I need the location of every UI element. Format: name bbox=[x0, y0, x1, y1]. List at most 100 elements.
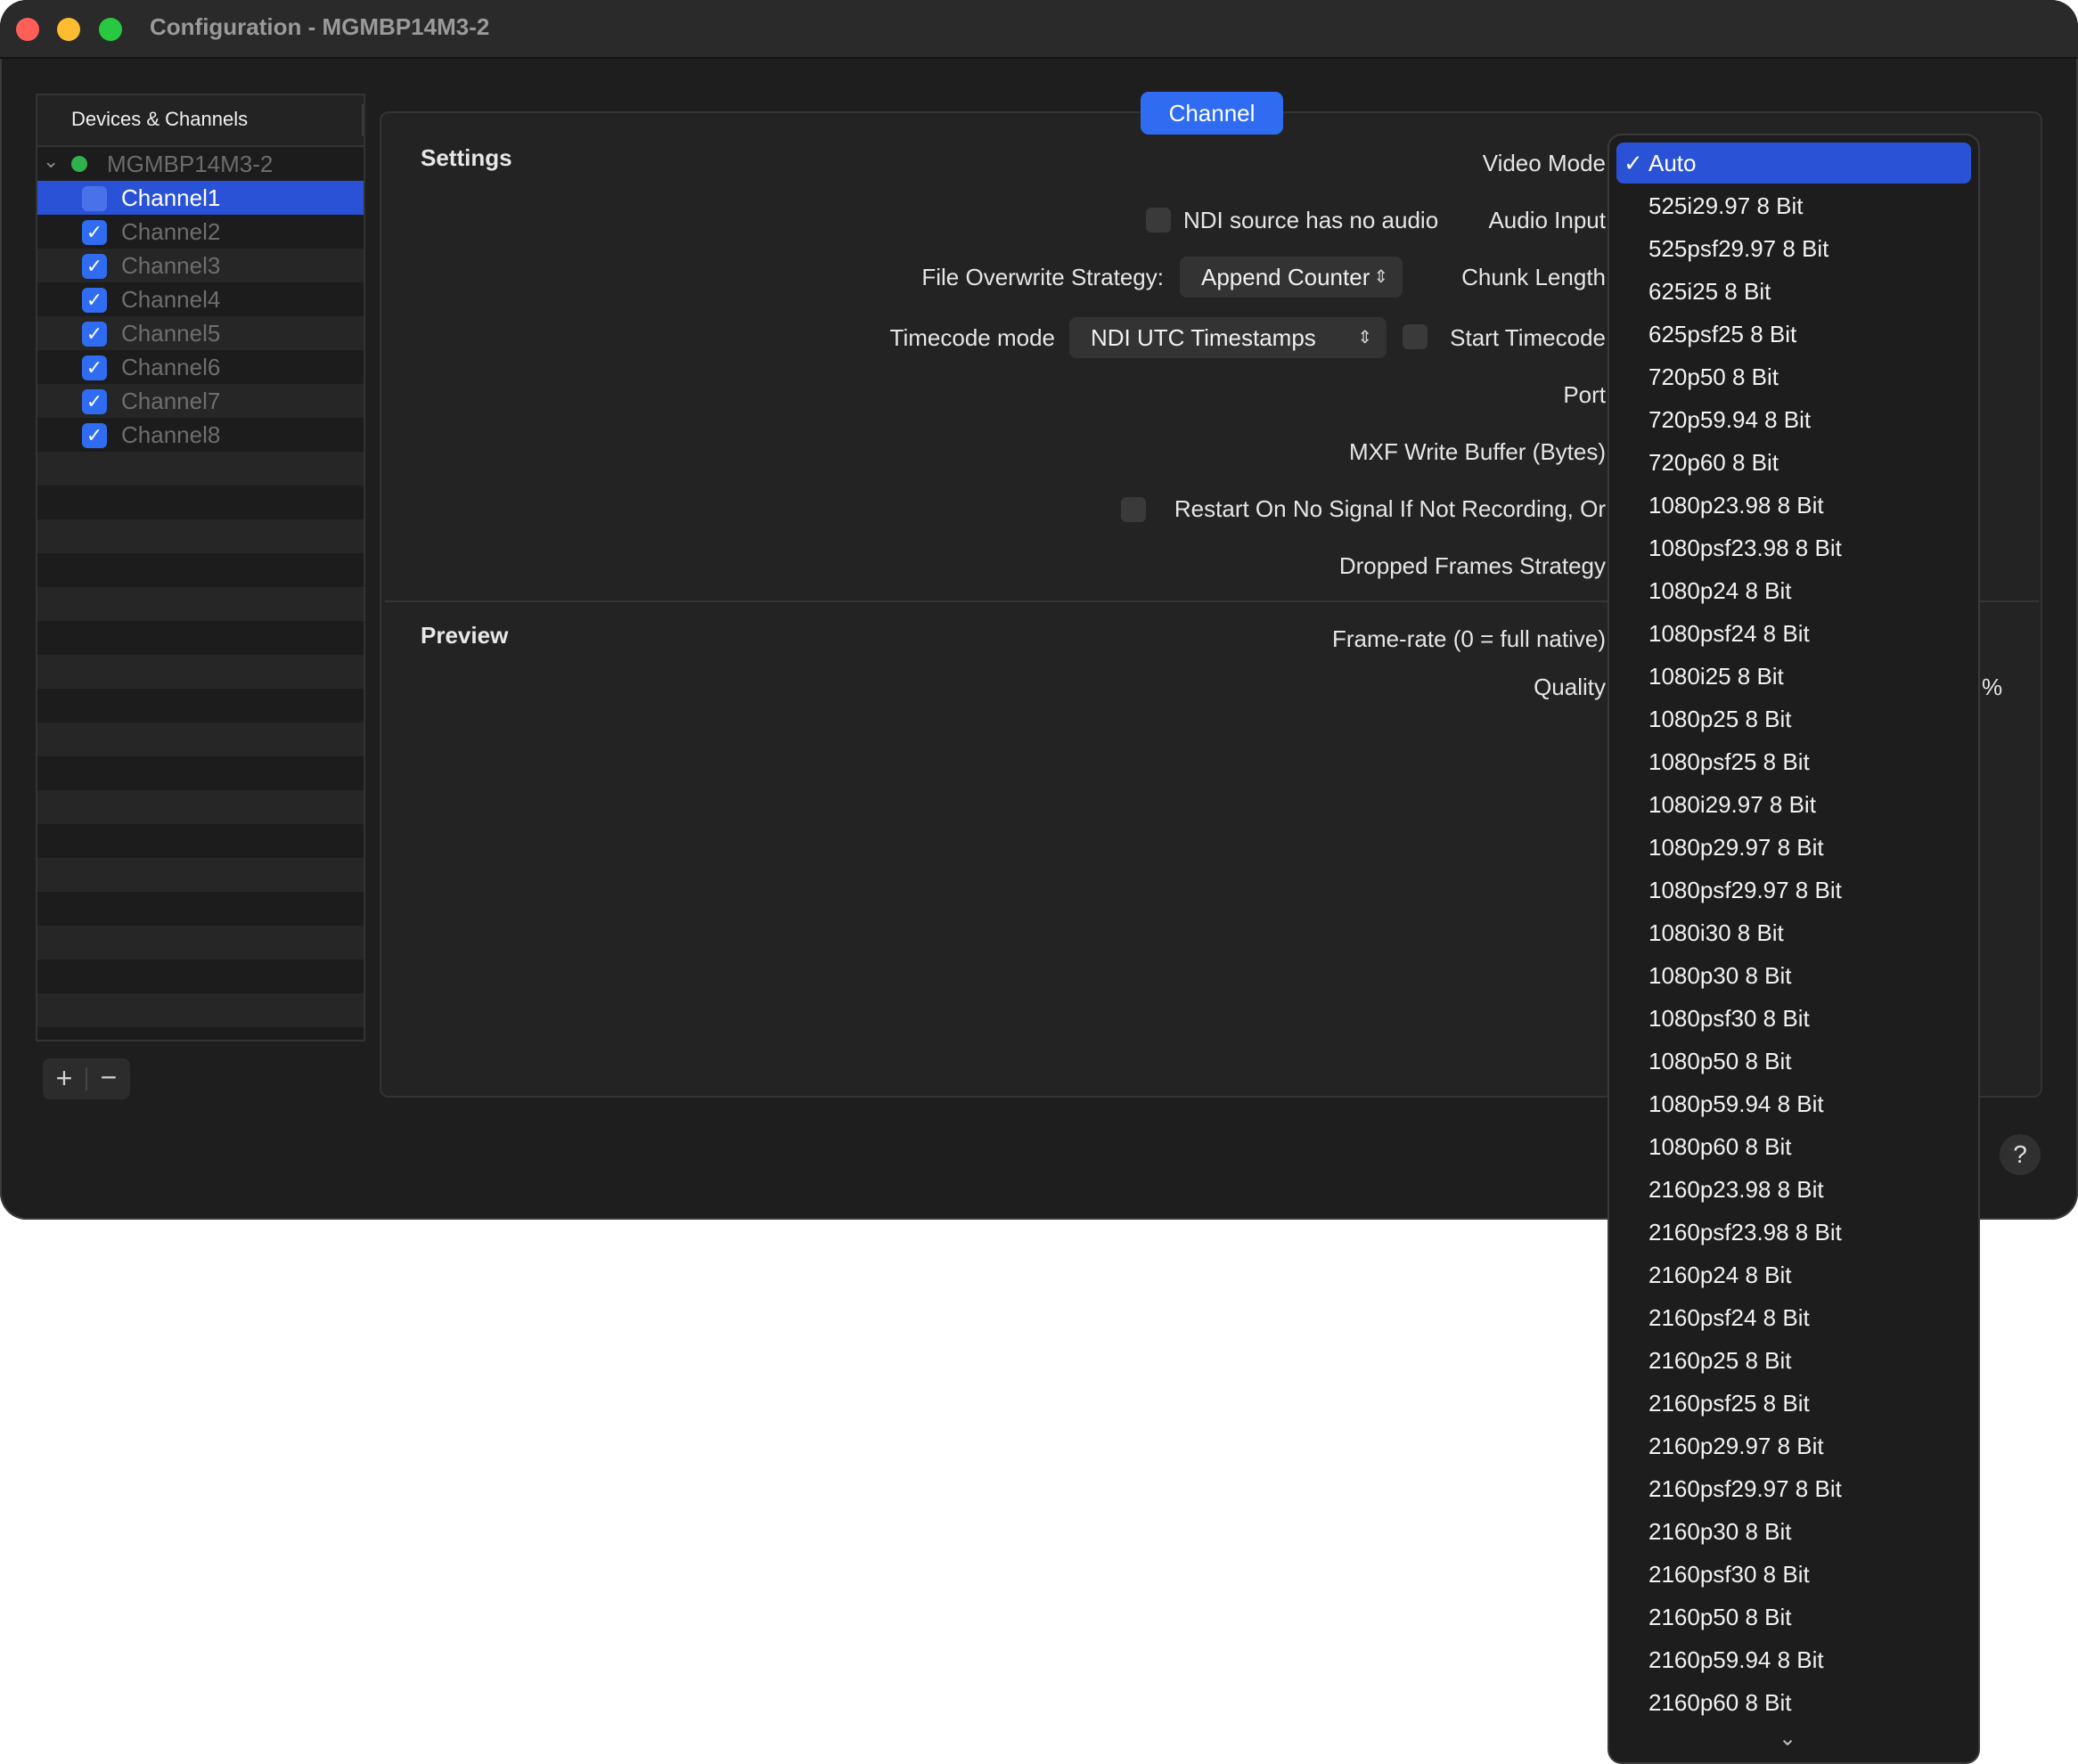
maximize-window-button[interactable] bbox=[99, 18, 122, 41]
channel-row[interactable]: ✓ Channel4 bbox=[37, 282, 364, 316]
video-mode-option[interactable]: 2160psf25 8 Bit bbox=[1616, 1383, 1971, 1424]
video-mode-option[interactable]: 1080psf30 8 Bit bbox=[1616, 998, 1971, 1039]
video-mode-option[interactable]: 1080p23.98 8 Bit bbox=[1616, 485, 1971, 526]
video-mode-option[interactable]: 1080i25 8 Bit bbox=[1616, 656, 1971, 697]
ndi-no-audio-checkbox[interactable] bbox=[1146, 208, 1171, 233]
close-window-button[interactable] bbox=[16, 18, 39, 41]
video-mode-option[interactable]: 1080p30 8 Bit bbox=[1616, 955, 1971, 996]
start-timecode-label: Start Timecode bbox=[1450, 324, 1606, 351]
video-mode-option[interactable]: 625psf25 8 Bit bbox=[1616, 314, 1971, 355]
channel-checkbox[interactable]: ✓ bbox=[82, 355, 107, 380]
video-mode-option[interactable]: 525psf29.97 8 Bit bbox=[1616, 228, 1971, 269]
channel-checkbox[interactable]: ✓ bbox=[82, 423, 107, 448]
empty-row bbox=[37, 824, 364, 858]
video-mode-option[interactable]: 2160psf30 8 Bit bbox=[1616, 1554, 1971, 1595]
sidebar-header: Devices & Channels bbox=[37, 95, 364, 147]
video-mode-option[interactable]: 1080p24 8 Bit bbox=[1616, 570, 1971, 611]
tab-channel[interactable]: Channel bbox=[1141, 92, 1283, 135]
video-mode-option[interactable]: 2160p25 8 Bit bbox=[1616, 1340, 1971, 1381]
checkmark-icon: ✓ bbox=[1624, 150, 1643, 176]
video-mode-option[interactable]: 1080psf24 8 Bit bbox=[1616, 613, 1971, 654]
video-mode-option-label: 1080i25 8 Bit bbox=[1648, 663, 1784, 690]
channel-checkbox[interactable]: ✓ bbox=[82, 220, 107, 245]
help-button[interactable]: ? bbox=[2000, 1134, 2041, 1175]
channel-row[interactable]: ✓ Channel6 bbox=[37, 350, 364, 384]
channel-checkbox[interactable]: ✓ bbox=[82, 389, 107, 414]
start-timecode-checkbox[interactable] bbox=[1403, 324, 1428, 349]
add-button[interactable]: + bbox=[43, 1058, 86, 1099]
remove-button[interactable]: − bbox=[87, 1058, 130, 1099]
channel-row[interactable]: ✓ Channel7 bbox=[37, 384, 364, 418]
channel-checkbox[interactable] bbox=[82, 186, 107, 211]
timecode-mode-select[interactable]: NDI UTC Timestamps ⇕ bbox=[1069, 317, 1387, 358]
empty-row bbox=[37, 587, 364, 621]
video-mode-option[interactable]: 1080p29.97 8 Bit bbox=[1616, 827, 1971, 868]
video-mode-option[interactable]: 720p59.94 8 Bit bbox=[1616, 399, 1971, 440]
channel-label: Channel4 bbox=[121, 286, 221, 313]
empty-row bbox=[37, 655, 364, 689]
video-mode-option[interactable]: 1080p25 8 Bit bbox=[1616, 698, 1971, 739]
channel-label: Channel8 bbox=[121, 421, 221, 448]
video-mode-option[interactable]: 2160p30 8 Bit bbox=[1616, 1511, 1971, 1552]
video-mode-option[interactable]: 720p50 8 Bit bbox=[1616, 356, 1971, 397]
video-mode-option[interactable]: 2160psf29.97 8 Bit bbox=[1616, 1468, 1971, 1509]
video-mode-option[interactable]: 2160p50 8 Bit bbox=[1616, 1597, 1971, 1637]
channel-row[interactable]: ✓ Channel2 bbox=[37, 215, 364, 249]
video-mode-option[interactable]: 1080psf29.97 8 Bit bbox=[1616, 870, 1971, 911]
video-mode-option-label: 2160p59.94 8 Bit bbox=[1648, 1646, 1824, 1673]
channel-row[interactable]: Channel1 bbox=[37, 181, 364, 215]
chunk-length-label: Chunk Length bbox=[1461, 264, 1606, 290]
video-mode-option[interactable]: 720p60 8 Bit bbox=[1616, 442, 1971, 483]
video-mode-option-label: 2160p60 8 Bit bbox=[1648, 1689, 1792, 1716]
video-mode-option[interactable]: 1080i30 8 Bit bbox=[1616, 912, 1971, 953]
preview-title: Preview bbox=[421, 622, 509, 649]
column-divider[interactable] bbox=[362, 104, 364, 136]
minimize-window-button[interactable] bbox=[57, 18, 80, 41]
device-row[interactable]: ⌄ MGMBP14M3-2 bbox=[37, 147, 364, 181]
video-mode-option[interactable]: 1080psf23.98 8 Bit bbox=[1616, 527, 1971, 568]
video-mode-option[interactable]: 625i25 8 Bit bbox=[1616, 271, 1971, 312]
video-mode-option[interactable]: 1080p50 8 Bit bbox=[1616, 1041, 1971, 1082]
video-mode-option[interactable]: 2160psf23.98 8 Bit bbox=[1616, 1212, 1971, 1253]
chevron-down-icon[interactable]: ⌄ bbox=[1779, 1726, 1796, 1752]
video-mode-option-label: 1080psf24 8 Bit bbox=[1648, 620, 1810, 647]
channel-row[interactable]: ✓ Channel5 bbox=[37, 316, 364, 350]
channel-checkbox[interactable]: ✓ bbox=[82, 254, 107, 279]
channel-row[interactable]: ✓ Channel8 bbox=[37, 418, 364, 452]
video-mode-option-label: 2160p50 8 Bit bbox=[1648, 1604, 1792, 1630]
video-mode-option-label: 1080p59.94 8 Bit bbox=[1648, 1090, 1824, 1117]
video-mode-option-label: 2160psf24 8 Bit bbox=[1648, 1304, 1810, 1331]
add-remove-control: + − bbox=[43, 1058, 130, 1099]
mxf-buffer-label: MXF Write Buffer (Bytes) bbox=[1349, 438, 1606, 465]
video-mode-option-label: 1080psf30 8 Bit bbox=[1648, 1005, 1810, 1032]
file-overwrite-select[interactable]: Append Counter ⇕ bbox=[1180, 257, 1403, 298]
video-mode-option-label: Auto bbox=[1648, 150, 1697, 176]
channel-checkbox[interactable]: ✓ bbox=[82, 322, 107, 347]
video-mode-option[interactable]: 1080psf25 8 Bit bbox=[1616, 741, 1971, 782]
channel-checkbox[interactable]: ✓ bbox=[82, 288, 107, 313]
video-mode-option[interactable]: 2160p29.97 8 Bit bbox=[1616, 1425, 1971, 1466]
video-mode-option-label: 2160psf30 8 Bit bbox=[1648, 1561, 1810, 1588]
video-mode-option-label: 1080i29.97 8 Bit bbox=[1648, 791, 1816, 818]
video-mode-option[interactable]: 2160p60 8 Bit bbox=[1616, 1682, 1971, 1723]
video-mode-label: Video Mode bbox=[1482, 150, 1606, 176]
video-mode-option[interactable]: 525i29.97 8 Bit bbox=[1616, 185, 1971, 226]
channel-label: Channel7 bbox=[121, 388, 221, 414]
video-mode-option[interactable]: 1080i29.97 8 Bit bbox=[1616, 784, 1971, 825]
video-mode-option[interactable]: 2160p24 8 Bit bbox=[1616, 1254, 1971, 1295]
chevron-down-icon[interactable]: ⌄ bbox=[43, 150, 59, 173]
video-mode-option-label: 2160psf23.98 8 Bit bbox=[1648, 1219, 1842, 1245]
restart-no-signal-checkbox[interactable] bbox=[1121, 497, 1146, 522]
video-mode-option[interactable]: 2160p23.98 8 Bit bbox=[1616, 1169, 1971, 1210]
video-mode-option-label: 1080p23.98 8 Bit bbox=[1648, 492, 1824, 519]
empty-row bbox=[37, 519, 364, 553]
video-mode-option[interactable]: 2160p59.94 8 Bit bbox=[1616, 1639, 1971, 1680]
status-dot-icon bbox=[71, 156, 87, 172]
video-mode-option[interactable]: 1080p59.94 8 Bit bbox=[1616, 1083, 1971, 1124]
video-mode-option[interactable]: ✓ Auto bbox=[1616, 143, 1971, 184]
video-mode-option-label: 1080psf29.97 8 Bit bbox=[1648, 877, 1842, 903]
video-mode-option[interactable]: 1080p60 8 Bit bbox=[1616, 1126, 1971, 1167]
video-mode-option[interactable]: 2160psf24 8 Bit bbox=[1616, 1297, 1971, 1338]
video-mode-option-label: 1080psf25 8 Bit bbox=[1648, 748, 1810, 775]
channel-row[interactable]: ✓ Channel3 bbox=[37, 249, 364, 282]
